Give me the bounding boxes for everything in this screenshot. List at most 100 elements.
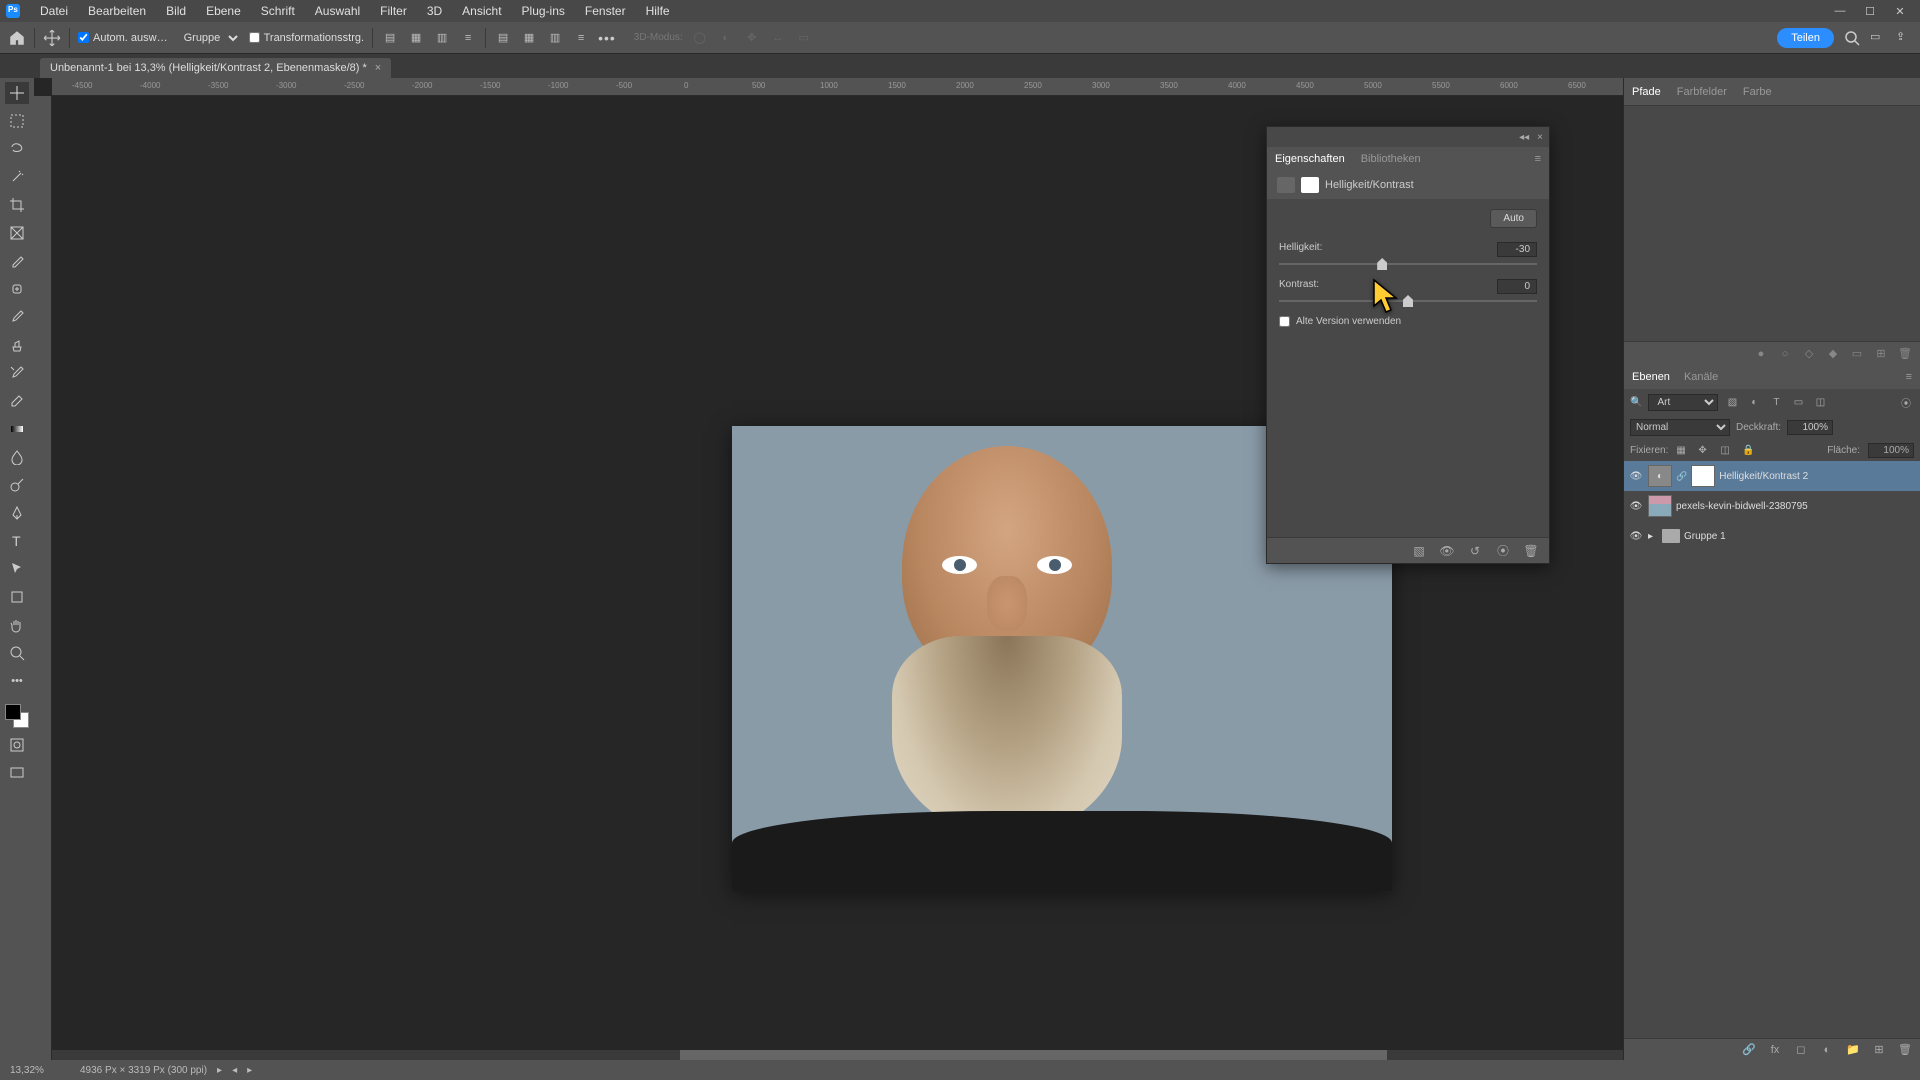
- layer-mask-thumb[interactable]: [1691, 465, 1715, 487]
- more-tools-icon[interactable]: •••: [5, 670, 29, 692]
- delete-path-icon[interactable]: 🗑: [1898, 347, 1912, 360]
- info-chevron-icon[interactable]: ▸: [217, 1065, 222, 1076]
- transform-controls-checkbox[interactable]: Transformationsstrg.: [249, 32, 364, 44]
- filter-smart-icon[interactable]: ◫: [1812, 394, 1828, 410]
- align-center-v-icon[interactable]: ▦: [520, 30, 538, 46]
- filter-adjust-icon[interactable]: ◐: [1746, 394, 1762, 410]
- close-panel-icon[interactable]: ×: [1537, 132, 1543, 143]
- delete-adjustment-icon[interactable]: 🗑: [1523, 544, 1539, 558]
- menu-schrift[interactable]: Schrift: [251, 4, 305, 18]
- delete-layer-icon[interactable]: 🗑: [1898, 1043, 1912, 1056]
- layer-row-group[interactable]: 👁 ▸ Gruppe 1: [1624, 521, 1920, 551]
- workspace-icon[interactable]: ▭: [1870, 30, 1886, 46]
- tab-ebenen[interactable]: Ebenen: [1632, 371, 1670, 383]
- layer-name[interactable]: Helligkeit/Kontrast 2: [1719, 471, 1916, 482]
- layer-row-adjustment[interactable]: 👁 ◐ 🔗 Helligkeit/Kontrast 2: [1624, 461, 1920, 491]
- share-button[interactable]: Teilen: [1777, 28, 1834, 48]
- contrast-value[interactable]: 0: [1497, 279, 1537, 294]
- adjustment-icon[interactable]: ◐: [1820, 1044, 1834, 1056]
- collapse-icon[interactable]: ◂◂: [1519, 132, 1529, 143]
- menu-bearbeiten[interactable]: Bearbeiten: [78, 4, 156, 18]
- home-icon[interactable]: [8, 29, 26, 47]
- lock-position-icon[interactable]: ✥: [1698, 445, 1712, 456]
- path-select-tool[interactable]: [5, 558, 29, 580]
- filter-toggle-icon[interactable]: ⦿: [1898, 394, 1914, 410]
- fx-icon[interactable]: fx: [1768, 1044, 1782, 1056]
- close-tab-icon[interactable]: ×: [375, 62, 381, 74]
- align-bottom-icon[interactable]: ▥: [546, 30, 564, 46]
- quickmask-icon[interactable]: [5, 734, 29, 756]
- shape-tool[interactable]: [5, 586, 29, 608]
- minimize-icon[interactable]: —: [1832, 5, 1848, 18]
- filter-shape-icon[interactable]: ▭: [1790, 394, 1806, 410]
- mask-thumb-icon[interactable]: [1301, 177, 1319, 193]
- fill-value[interactable]: 100%: [1868, 443, 1914, 458]
- screenmode-icon[interactable]: [5, 762, 29, 784]
- layer-row-image[interactable]: 👁 pexels-kevin-bidwell-2380795: [1624, 491, 1920, 521]
- menu-auswahl[interactable]: Auswahl: [305, 4, 370, 18]
- menu-bild[interactable]: Bild: [156, 4, 196, 18]
- layer-name[interactable]: pexels-kevin-bidwell-2380795: [1676, 501, 1916, 512]
- hand-tool[interactable]: [5, 614, 29, 636]
- menu-ebene[interactable]: Ebene: [196, 4, 251, 18]
- align-center-h-icon[interactable]: ▦: [407, 30, 425, 46]
- filter-kind-select[interactable]: Art: [1648, 394, 1718, 411]
- document-tab[interactable]: Unbenannt-1 bei 13,3% (Helligkeit/Kontra…: [40, 58, 391, 78]
- zoom-level[interactable]: 13,32%: [10, 1065, 70, 1076]
- scrollbar-thumb[interactable]: [680, 1050, 1387, 1060]
- tab-farbfelder[interactable]: Farbfelder: [1677, 86, 1727, 98]
- visibility-icon[interactable]: 👁: [1628, 531, 1644, 542]
- healing-brush-tool[interactable]: [5, 278, 29, 300]
- expand-icon[interactable]: ▸: [1648, 531, 1658, 542]
- menu-3d[interactable]: 3D: [417, 4, 452, 18]
- auto-select-target[interactable]: Gruppe: [176, 29, 241, 47]
- brightness-slider-handle[interactable]: [1377, 258, 1387, 270]
- tab-pfade[interactable]: Pfade: [1632, 86, 1661, 98]
- filter-pixel-icon[interactable]: ▧: [1724, 394, 1740, 410]
- marquee-tool[interactable]: [5, 110, 29, 132]
- menu-hilfe[interactable]: Hilfe: [636, 4, 680, 18]
- close-icon[interactable]: ✕: [1892, 5, 1908, 18]
- lasso-tool[interactable]: [5, 138, 29, 160]
- eraser-tool[interactable]: [5, 390, 29, 412]
- link-icon[interactable]: 🔗: [1676, 471, 1687, 482]
- search-icon[interactable]: 🔍: [1630, 397, 1642, 408]
- color-swatches[interactable]: [5, 704, 29, 728]
- auto-select-checkbox[interactable]: Autom. ausw…: [78, 32, 168, 44]
- lock-all-icon[interactable]: 🔒: [1742, 445, 1756, 456]
- mask-icon[interactable]: ▭: [1850, 347, 1864, 360]
- type-tool[interactable]: T: [5, 530, 29, 552]
- more-options-icon[interactable]: •••: [598, 30, 616, 46]
- menu-datei[interactable]: Datei: [30, 4, 78, 18]
- opacity-value[interactable]: 100%: [1787, 420, 1833, 435]
- gradient-tool[interactable]: [5, 418, 29, 440]
- move-tool[interactable]: [5, 82, 29, 104]
- move-tool-icon[interactable]: [43, 29, 61, 47]
- search-icon[interactable]: [1844, 30, 1860, 46]
- distribute-h-icon[interactable]: ≡: [459, 30, 477, 46]
- brightness-value[interactable]: -30: [1497, 242, 1537, 257]
- toggle-visibility-icon[interactable]: ⦿: [1495, 542, 1511, 559]
- panel-menu-icon[interactable]: ≡: [1906, 371, 1912, 383]
- reset-icon[interactable]: ↺: [1467, 544, 1483, 558]
- layer-name[interactable]: Gruppe 1: [1684, 531, 1916, 542]
- eyedropper-tool[interactable]: [5, 250, 29, 272]
- lock-artboard-icon[interactable]: ◫: [1720, 445, 1734, 456]
- brush-tool[interactable]: [5, 306, 29, 328]
- menu-ansicht[interactable]: Ansicht: [452, 4, 511, 18]
- clip-to-layer-icon[interactable]: ▧: [1411, 544, 1427, 558]
- foreground-color[interactable]: [5, 704, 21, 720]
- dodge-tool[interactable]: [5, 474, 29, 496]
- zoom-tool[interactable]: [5, 642, 29, 664]
- auto-button[interactable]: Auto: [1490, 209, 1537, 228]
- group-icon[interactable]: 📁: [1846, 1043, 1860, 1056]
- distribute-v-icon[interactable]: ≡: [572, 30, 590, 46]
- new-path-icon[interactable]: ⊞: [1874, 347, 1888, 360]
- tab-bibliotheken[interactable]: Bibliotheken: [1361, 153, 1421, 165]
- make-workpath-icon[interactable]: ◆: [1826, 347, 1840, 360]
- align-right-icon[interactable]: ▥: [433, 30, 451, 46]
- history-brush-tool[interactable]: [5, 362, 29, 384]
- menu-fenster[interactable]: Fenster: [575, 4, 636, 18]
- horizontal-scrollbar[interactable]: [52, 1050, 1623, 1060]
- legacy-checkbox[interactable]: Alte Version verwenden: [1279, 316, 1537, 327]
